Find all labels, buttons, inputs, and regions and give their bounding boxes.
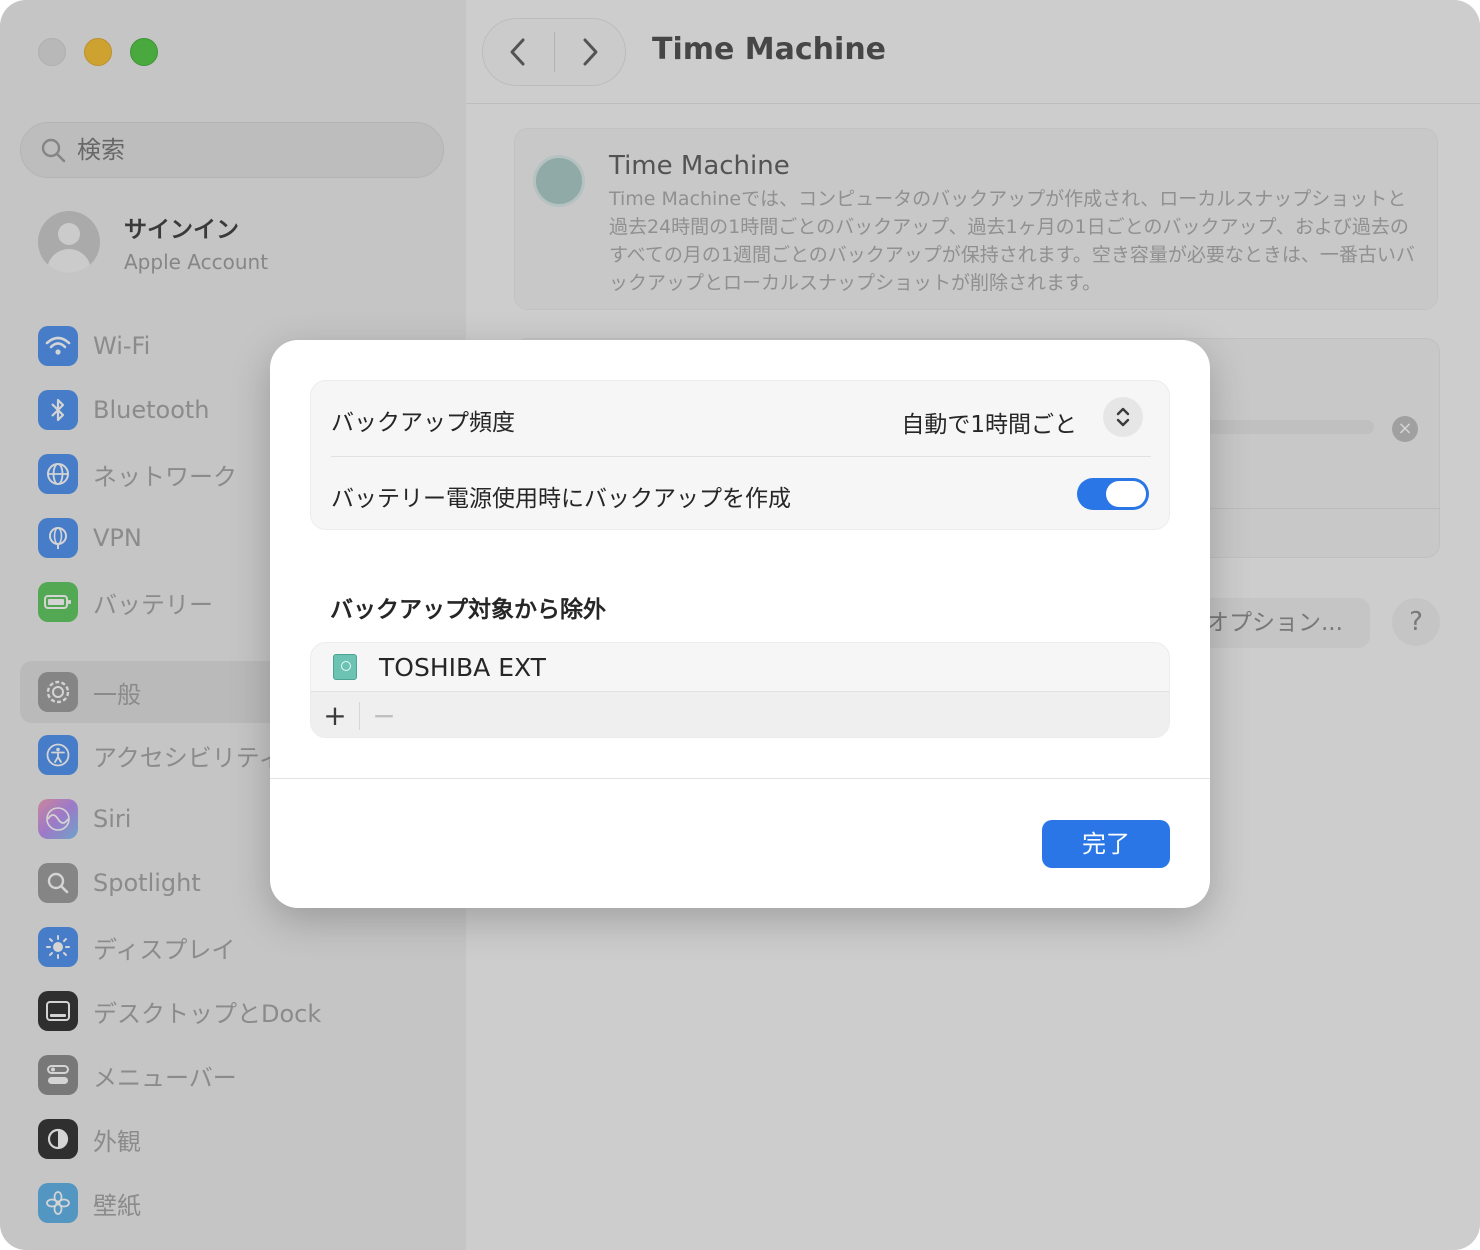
backup-settings-group: バックアップ頻度 自動で1時間ごと バッテリー電源使用時にバックアップを作成 xyxy=(310,380,1170,530)
frequency-popup-button[interactable] xyxy=(1103,397,1143,437)
divider xyxy=(331,456,1151,457)
battery-backup-label: バッテリー電源使用時にバックアップを作成 xyxy=(331,486,791,512)
list-item[interactable]: TOSHIBA EXT xyxy=(311,643,1169,691)
remove-exclusion-button[interactable]: − xyxy=(360,692,408,738)
chevron-updown-icon xyxy=(1116,407,1130,427)
battery-backup-toggle[interactable] xyxy=(1077,478,1149,510)
exclusions-list: TOSHIBA EXT + − xyxy=(310,642,1170,738)
add-exclusion-button[interactable]: + xyxy=(311,692,359,738)
time-machine-options-sheet: バックアップ頻度 自動で1時間ごと バッテリー電源使用時にバックアップを作成 バ… xyxy=(270,340,1210,908)
exclusions-heading: バックアップ対象から除外 xyxy=(330,597,606,623)
excluded-item-name: TOSHIBA EXT xyxy=(379,652,546,682)
backup-frequency-label: バックアップ頻度 xyxy=(331,410,515,436)
external-drive-icon xyxy=(333,654,357,680)
divider xyxy=(270,778,1210,779)
backup-frequency-value[interactable]: 自動で1時間ごと xyxy=(901,405,1077,439)
list-toolbar: + − xyxy=(311,691,1169,738)
done-button[interactable]: 完了 xyxy=(1042,820,1170,868)
settings-window: サインイン Apple Account Wi-Fi Bluetooth ネットワ… xyxy=(0,0,1480,1250)
